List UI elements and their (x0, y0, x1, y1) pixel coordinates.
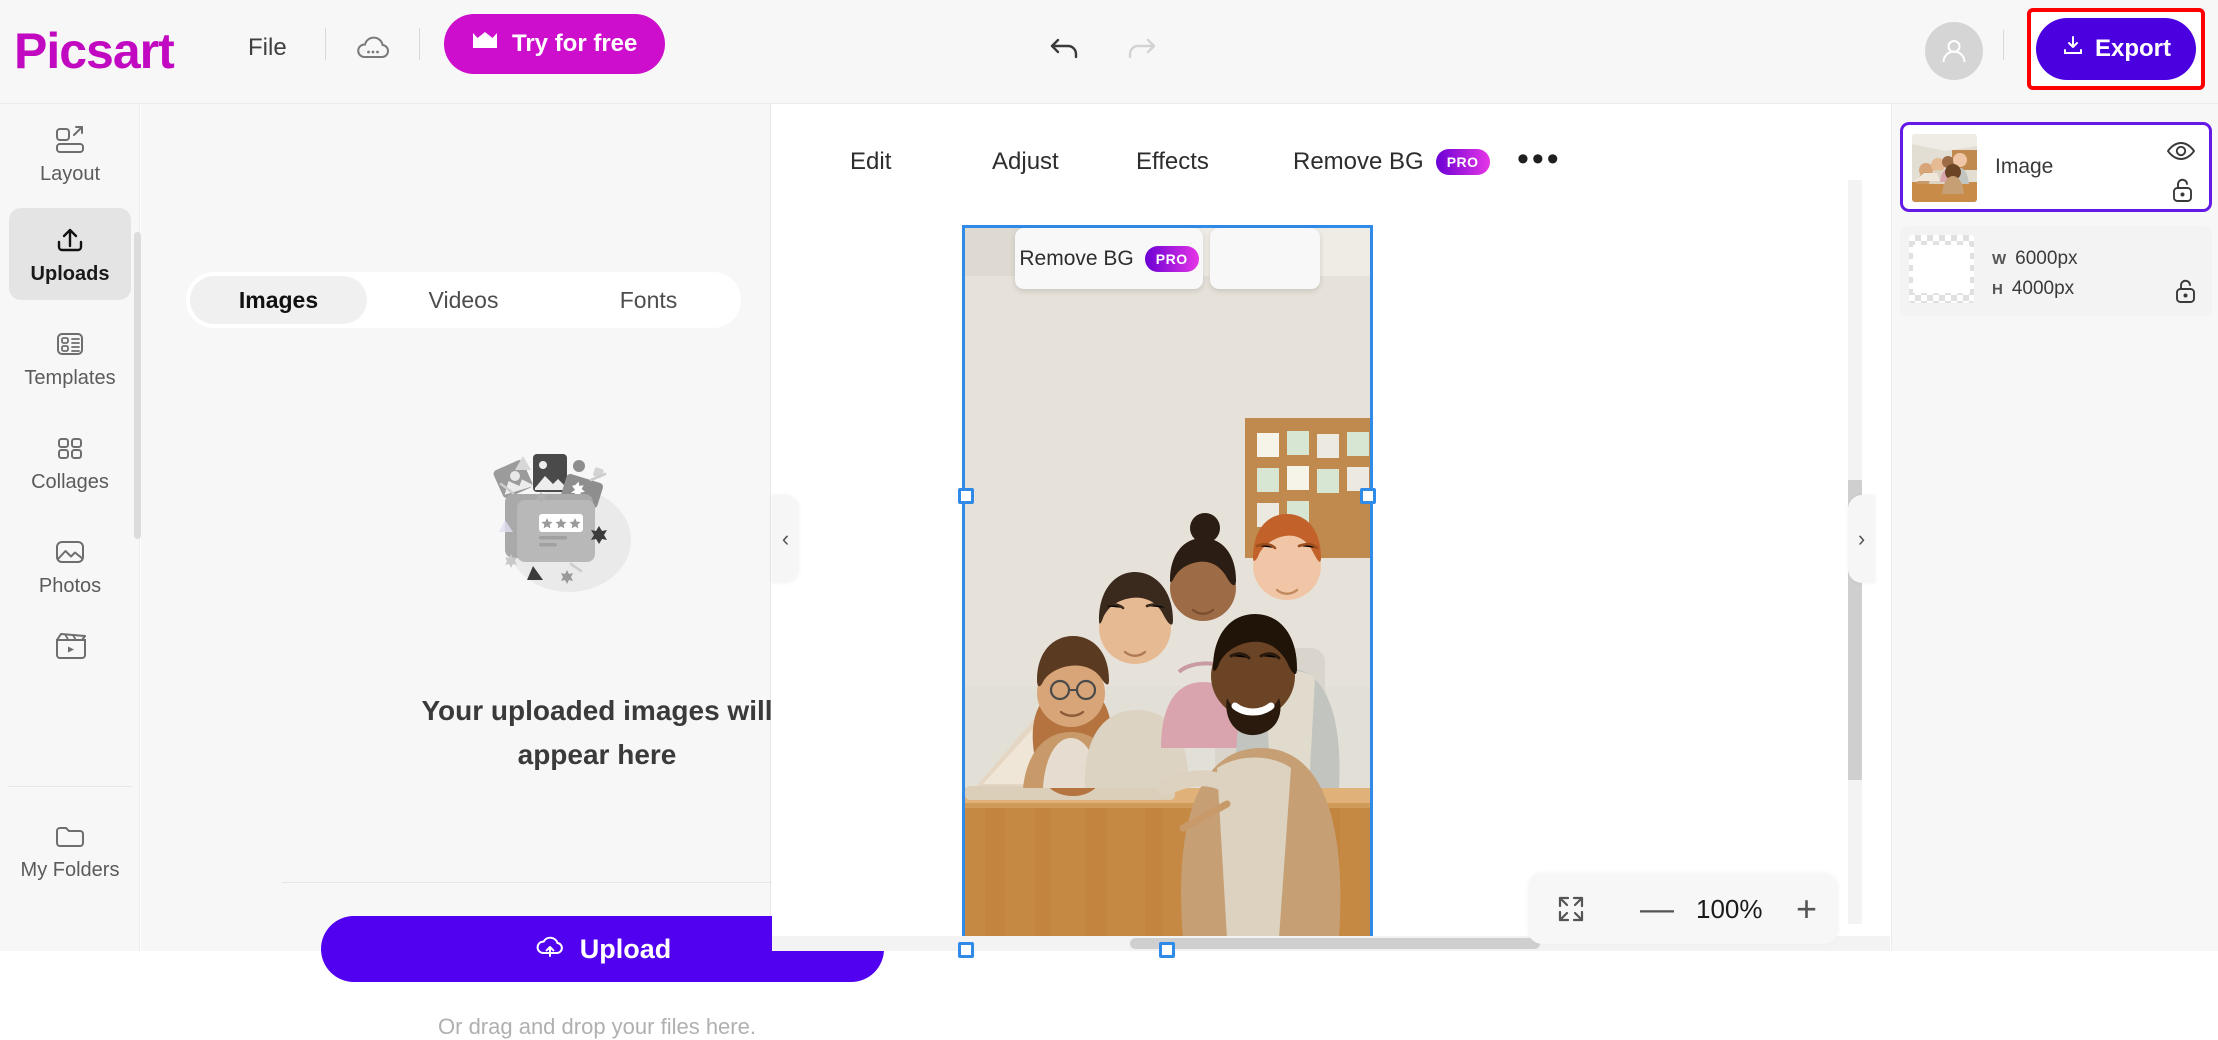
layout-icon (53, 123, 87, 157)
canvas-width-row: W 6000px (1992, 248, 2078, 270)
uploads-panel: Images Videos Fonts (141, 104, 771, 951)
collapse-right-panel-button[interactable]: › (1848, 495, 1875, 583)
app-header: Picsart File Try for free (0, 0, 2218, 104)
sidebar-item-collages[interactable]: Collages (9, 416, 131, 508)
pro-badge: PRO (1436, 149, 1490, 175)
sidebar-item-uploads[interactable]: Uploads (9, 208, 131, 300)
unlock-icon[interactable] (2174, 278, 2198, 309)
upload-button-label: Upload (580, 934, 672, 965)
floating-secondary-button[interactable] (1210, 228, 1320, 289)
sidebar-item-layout[interactable]: Layout (9, 108, 131, 200)
export-highlight-box: Export (2027, 8, 2205, 90)
toolbar-remove-bg[interactable]: Remove BG PRO (1293, 148, 1490, 176)
canvas-area: Edit Adjust Effects Remove BG PRO ••• (772, 104, 1890, 951)
layers-panel: Image W 6000px H 4000px (1891, 104, 2218, 951)
sidebar-item-templates[interactable]: Templates (9, 312, 131, 404)
photos-icon (53, 535, 87, 569)
canvas-surface[interactable] (772, 188, 1868, 928)
drag-drop-hint: Or drag and drop your files here. (282, 1014, 912, 1040)
selected-image-layer[interactable] (965, 228, 1370, 938)
canvas-height-value: 4000px (2012, 278, 2074, 300)
canvas-width-key: W (1992, 251, 2006, 268)
resize-handle-left[interactable] (958, 488, 974, 504)
sidebar-item-label: Collages (31, 471, 109, 494)
tab-fonts[interactable]: Fonts (560, 276, 737, 324)
avatar[interactable] (1925, 22, 1983, 80)
layer-row-canvas[interactable]: W 6000px H 4000px (1900, 226, 2212, 316)
header-divider-2 (419, 28, 420, 60)
zoom-level-value: 100% (1696, 894, 1763, 925)
floating-context-menu: Remove BG PRO (1015, 228, 1320, 289)
cloud-saved-icon[interactable] (352, 28, 394, 70)
floating-remove-bg-label: Remove BG (1019, 247, 1133, 271)
templates-icon (53, 327, 87, 361)
cloud-upload-icon (534, 932, 566, 967)
canvas-toolbar: Edit Adjust Effects Remove BG PRO ••• (772, 104, 1890, 188)
pro-badge: PRO (1145, 246, 1199, 272)
toolbar-remove-bg-label: Remove BG (1293, 148, 1424, 176)
picsart-logo[interactable]: Picsart (14, 16, 174, 86)
unlock-icon[interactable] (2171, 177, 2195, 208)
sidebar-item-label: Uploads (31, 263, 110, 286)
canvas-height-row: H 4000px (1992, 278, 2074, 300)
layer-name-label: Image (1995, 155, 2053, 179)
zoom-control-bar: — 100% + (1528, 874, 1838, 944)
upload-icon (53, 223, 87, 257)
zoom-out-button[interactable]: — (1640, 892, 1674, 926)
crown-icon (472, 30, 498, 58)
export-label: Export (2095, 35, 2171, 63)
rail-divider (8, 786, 132, 787)
sidebar-item-my-folders[interactable]: My Folders (9, 804, 131, 896)
canvas-horizontal-scrollbar-thumb[interactable] (1130, 938, 1540, 949)
download-icon (2061, 34, 2085, 65)
sidebar-item-photos[interactable]: Photos (9, 520, 131, 612)
eye-visible-icon[interactable] (2167, 141, 2195, 166)
layer-row-image[interactable]: Image (1900, 122, 2212, 212)
file-menu[interactable]: File (248, 34, 287, 62)
try-for-free-button[interactable]: Try for free (444, 14, 665, 74)
tab-images[interactable]: Images (190, 276, 367, 324)
resize-handle-bottom-middle[interactable] (1159, 942, 1175, 958)
redo-button[interactable] (1114, 22, 1166, 74)
resize-handle-bottom-left[interactable] (958, 942, 974, 958)
toolbar-effects[interactable]: Effects (1136, 148, 1209, 176)
header-divider-1 (325, 28, 326, 60)
collages-icon (53, 431, 87, 465)
zoom-in-button[interactable]: + (1796, 890, 1817, 928)
collapse-left-panel-button[interactable]: ‹ (772, 495, 799, 583)
toolbar-adjust[interactable]: Adjust (992, 148, 1059, 176)
floating-remove-bg-button[interactable]: Remove BG PRO (1015, 228, 1203, 289)
layer-thumbnail (1912, 134, 1977, 202)
export-button[interactable]: Export (2036, 18, 2196, 80)
undo-button[interactable] (1040, 22, 1092, 74)
photos-folder-illustration (451, 448, 651, 608)
tab-videos[interactable]: Videos (375, 276, 552, 324)
team-photo (965, 228, 1370, 938)
toolbar-edit[interactable]: Edit (850, 148, 891, 176)
fit-to-screen-icon[interactable] (1556, 894, 1586, 929)
canvas-width-value: 6000px (2015, 248, 2077, 270)
sidebar-item-label: Photos (39, 575, 101, 598)
sidebar-item-label: Templates (24, 367, 115, 390)
toolbar-more-button[interactable]: ••• (1517, 142, 1562, 176)
resize-handle-right[interactable] (1360, 488, 1376, 504)
try-for-free-label: Try for free (512, 30, 637, 58)
video-clapperboard-icon (53, 629, 87, 663)
folder-icon (53, 819, 87, 853)
canvas-thumbnail (1909, 235, 1974, 303)
left-nav-rail: Layout Uploads Templates (0, 104, 140, 951)
rail-scrollbar[interactable] (134, 232, 141, 539)
sidebar-item-label: My Folders (21, 859, 120, 882)
uploads-tabs: Images Videos Fonts (186, 272, 741, 328)
header-divider-3 (2003, 30, 2004, 60)
sidebar-item-label: Layout (40, 163, 100, 186)
canvas-height-key: H (1992, 281, 2003, 298)
sidebar-item-video[interactable] (9, 614, 131, 684)
